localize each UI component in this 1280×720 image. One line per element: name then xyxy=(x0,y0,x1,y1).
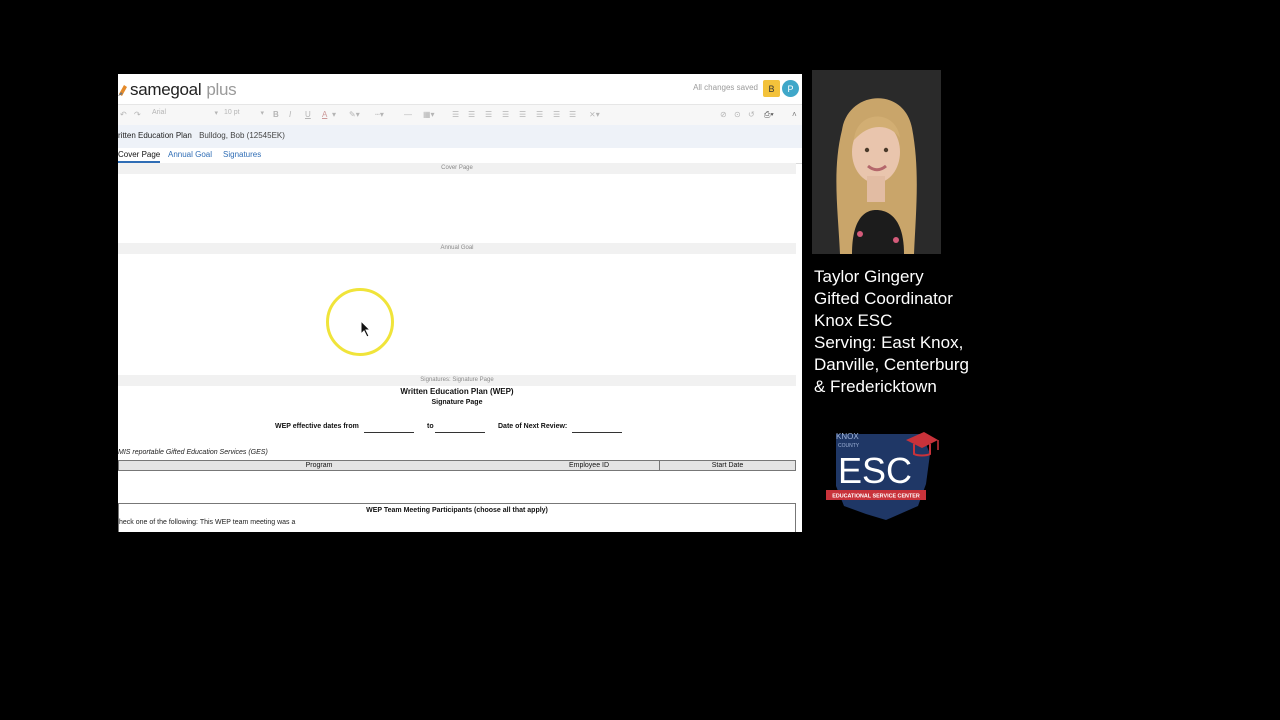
justify-icon[interactable]: ☰ xyxy=(569,109,576,120)
section-cover-page: Cover Page xyxy=(118,163,796,174)
brand-secondary: plus xyxy=(206,80,237,99)
presenter-serving-1: Serving: East Knox, xyxy=(814,333,964,352)
avatar-b[interactable]: B xyxy=(763,80,780,97)
presenter-org: Knox ESC xyxy=(814,311,893,330)
wep-subtitle: Signature Page xyxy=(431,399,483,406)
border-style-icon[interactable]: ┄▾ xyxy=(375,109,384,120)
effective-to-label: to xyxy=(427,423,434,430)
highlight-icon[interactable]: ✎▾ xyxy=(349,109,360,120)
undo-icon[interactable]: ↶ xyxy=(120,109,127,120)
logo-banner-text: EDUCATIONAL SERVICE CENTER xyxy=(832,494,920,500)
save-status: All changes saved xyxy=(693,83,758,92)
section-annual-goal: Annual Goal xyxy=(118,243,796,254)
effective-from-label: WEP effective dates from xyxy=(275,423,359,430)
presenter-photo xyxy=(812,70,941,254)
tab-signatures[interactable]: Signatures xyxy=(223,150,261,159)
logo-esc-text: ESC xyxy=(838,450,912,491)
student-name: Bulldog, Bob (12545EK) xyxy=(199,131,285,140)
presenter-bio: Taylor Gingery Gifted Coordinator Knox E… xyxy=(814,266,1014,398)
bold-button[interactable]: B xyxy=(273,109,279,120)
text-color-dropdown-icon[interactable]: ▾ xyxy=(332,109,336,120)
presenter-name: Taylor Gingery xyxy=(814,267,924,286)
redo-icon[interactable]: ↷ xyxy=(134,109,141,120)
clear-format-icon[interactable]: ⨯▾ xyxy=(589,109,600,120)
check-icon[interactable]: ⊙ xyxy=(734,109,741,120)
logo-county-text: COUNTY xyxy=(838,443,860,449)
align-center-icon[interactable]: ☰ xyxy=(536,109,543,120)
collapse-icon[interactable]: ˄ xyxy=(792,109,797,120)
link-icon[interactable]: ⊘ xyxy=(720,109,727,120)
next-review-field[interactable] xyxy=(572,432,622,433)
knox-esc-logo: KNOX COUNTY ESC EDUCATIONAL SERVICE CENT… xyxy=(826,432,939,520)
brand-bar: samegoal plus All changes saved B P xyxy=(118,74,802,104)
effective-to-field[interactable] xyxy=(435,432,485,433)
italic-button[interactable]: I xyxy=(289,109,291,120)
document-content[interactable]: Cover Page Annual Goal Signatures: Signa… xyxy=(118,163,802,532)
document-tabs: Cover Page Annual Goal Signatures xyxy=(118,148,802,164)
section-signatures: Signatures: Signature Page xyxy=(118,375,796,386)
team-participants-header: WEP Team Meeting Participants (choose al… xyxy=(366,507,548,514)
ges-table-header: Program Employee ID Start Date xyxy=(118,460,796,471)
underline-button[interactable]: U xyxy=(305,109,311,120)
history-icon[interactable]: ↺ xyxy=(748,109,755,120)
font-family-select[interactable]: Arial xyxy=(152,109,218,117)
tab-cover-page[interactable]: Cover Page xyxy=(118,150,161,163)
table-icon[interactable]: ▦▾ xyxy=(423,109,435,120)
font-size-select[interactable]: 10 pt xyxy=(224,109,264,117)
presenter-portrait-image xyxy=(812,70,941,254)
document-header: ritten Education Plan Bulldog, Bob (1254… xyxy=(118,125,802,148)
emis-note: MIS reportable Gifted Education Services… xyxy=(118,449,268,456)
bullet-list-icon[interactable]: ☰ xyxy=(452,109,459,120)
logo-knox-text: KNOX xyxy=(836,432,859,441)
wep-title: Written Education Plan (WEP) xyxy=(400,387,514,396)
editor-toolbar: ↶ ↷ Arial 10 pt B I U A ▾ ✎▾ ┄▾ — ▦▾ ☰ ☰… xyxy=(118,104,802,126)
effective-from-field[interactable] xyxy=(364,432,414,433)
tab-annual-goal[interactable]: Annual Goal xyxy=(168,150,212,159)
column-start-date: Start Date xyxy=(711,462,744,469)
align-right-icon[interactable]: ☰ xyxy=(553,109,560,120)
column-employee-id: Employee ID xyxy=(568,462,610,469)
samegoal-logo-icon xyxy=(118,85,127,96)
document-title: ritten Education Plan Bulldog, Bob (1254… xyxy=(118,131,285,140)
samegoal-logo[interactable]: samegoal plus xyxy=(118,80,237,100)
presenter-serving-3: & Fredericktown xyxy=(814,377,937,396)
horizontal-rule-icon[interactable]: — xyxy=(404,109,412,120)
brand-primary: samegoal xyxy=(130,80,202,99)
team-participants-box: WEP Team Meeting Participants (choose al… xyxy=(118,503,796,532)
samegoal-window: samegoal plus All changes saved B P ↶ ↷ … xyxy=(118,74,802,532)
numbered-list-icon[interactable]: ☰ xyxy=(468,109,475,120)
presenter-role: Gifted Coordinator xyxy=(814,289,953,308)
avatar-p[interactable]: P xyxy=(782,80,799,97)
presenter-serving-2: Danville, Centerburg xyxy=(814,355,969,374)
mouse-pointer-icon xyxy=(360,320,372,338)
next-review-label: Date of Next Review: xyxy=(498,423,568,430)
print-icon[interactable]: ⎙▾ xyxy=(764,109,774,120)
align-left-icon[interactable]: ☰ xyxy=(519,109,526,120)
team-meeting-question: heck one of the following: This WEP team… xyxy=(119,519,296,526)
column-program: Program xyxy=(305,462,333,469)
text-color-button[interactable]: A xyxy=(322,109,327,120)
outdent-icon[interactable]: ☰ xyxy=(485,109,492,120)
indent-icon[interactable]: ☰ xyxy=(502,109,509,120)
